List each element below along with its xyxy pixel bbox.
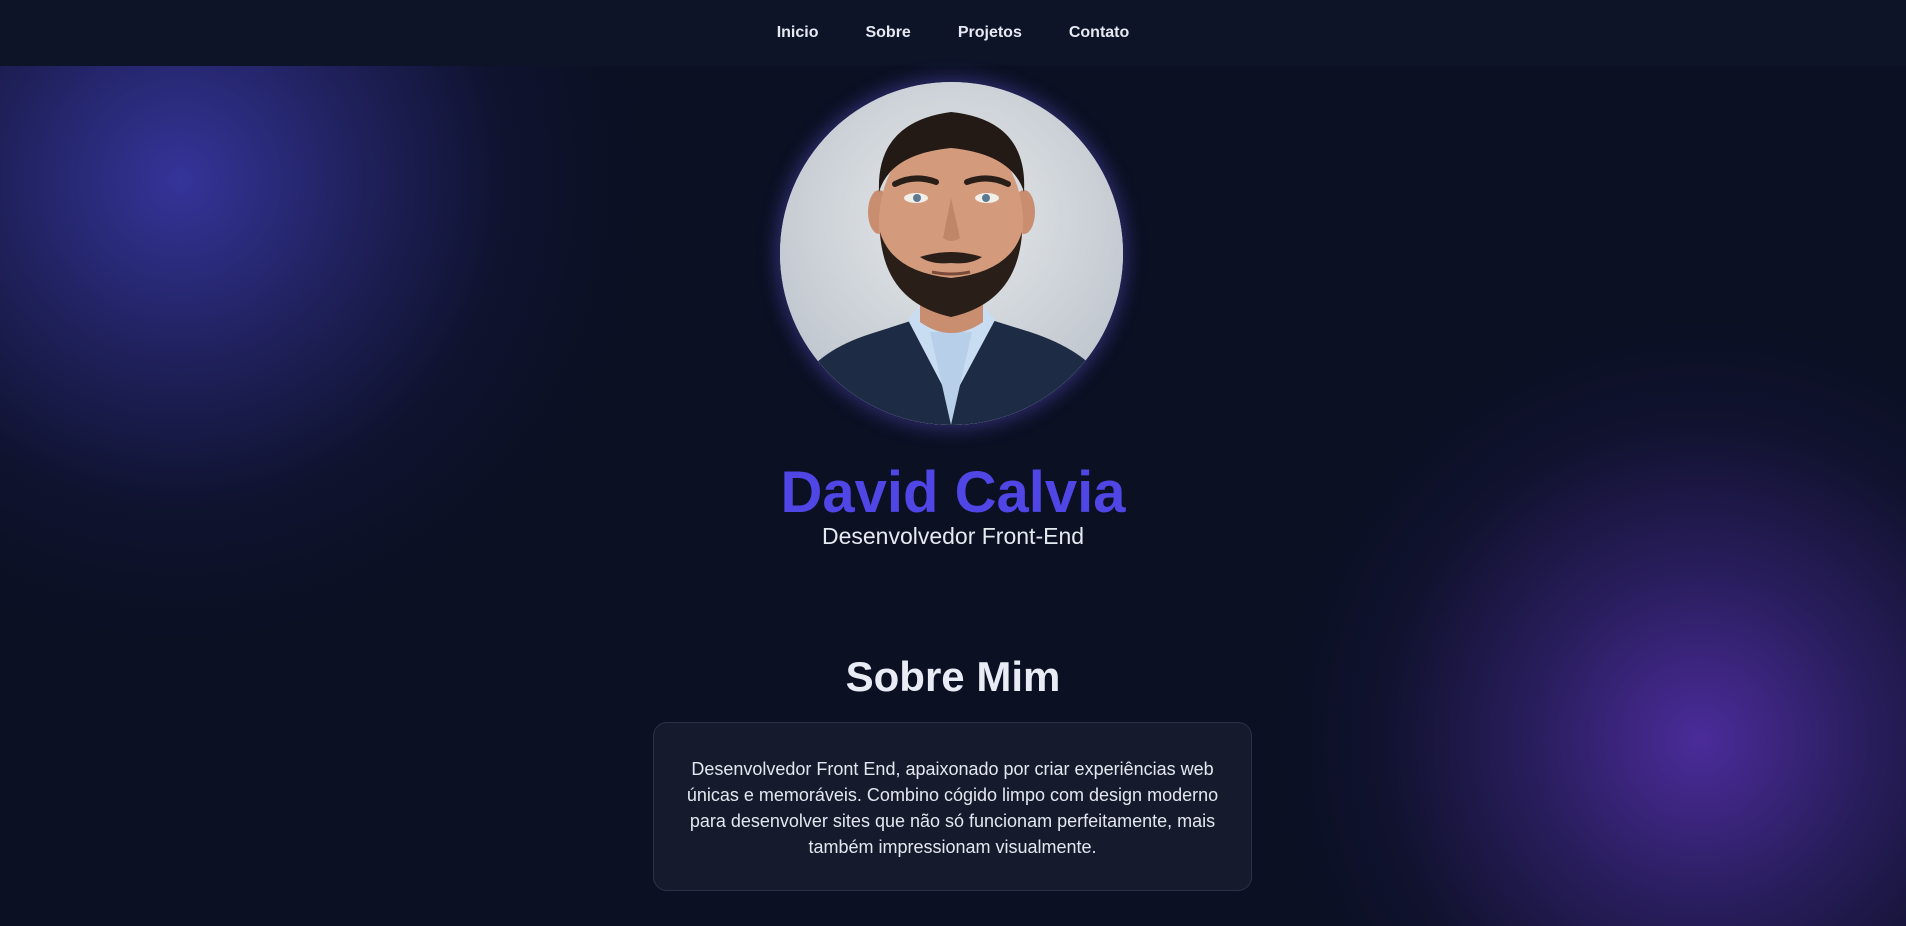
profile-photo-icon bbox=[780, 82, 1123, 425]
about-text: Desenvolvedor Front End, apaixonado por … bbox=[686, 759, 1219, 857]
about-title: Sobre Mim bbox=[845, 653, 1061, 700]
top-navbar: Inicio Sobre Projetos Contato bbox=[0, 0, 1906, 66]
hero-name: David Calvia bbox=[780, 460, 1126, 525]
nav-link-projetos[interactable]: Projetos bbox=[958, 24, 1022, 42]
page: Inicio Sobre Projetos Contato David Calv… bbox=[0, 0, 1906, 926]
nav-link-inicio[interactable]: Inicio bbox=[777, 24, 819, 42]
nav-link-contato[interactable]: Contato bbox=[1069, 24, 1129, 42]
hero-role: Desenvolvedor Front-End bbox=[821, 523, 1085, 549]
profile-avatar bbox=[780, 82, 1123, 425]
nav-link-sobre[interactable]: Sobre bbox=[865, 24, 910, 42]
about-card: Desenvolvedor Front End, apaixonado por … bbox=[653, 722, 1252, 891]
